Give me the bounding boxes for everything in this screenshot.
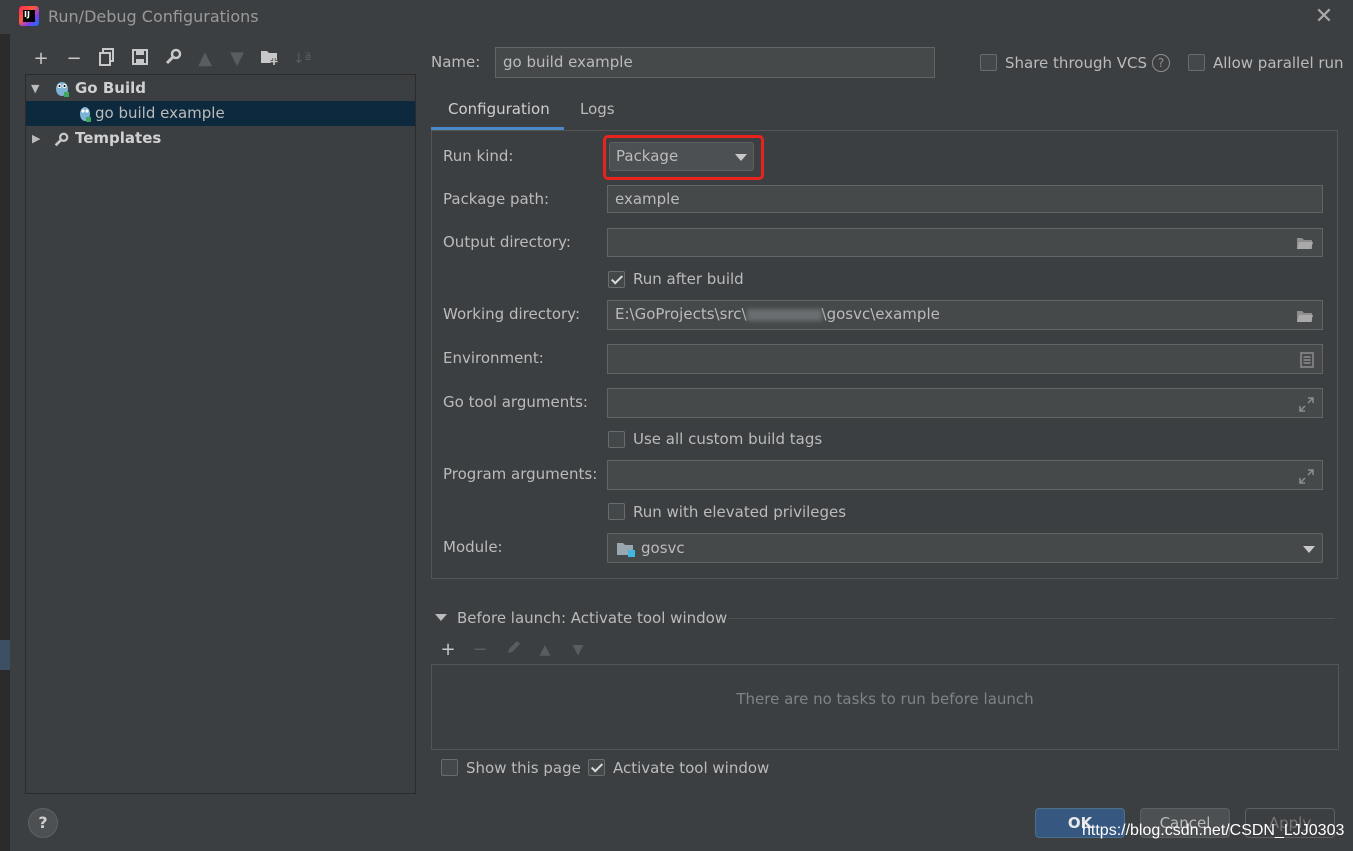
name-input[interactable]: go build example: [495, 47, 935, 78]
environment-label: Environment:: [443, 349, 544, 367]
wrench-icon: [53, 131, 69, 147]
expand-arrow-icon[interactable]: ▼: [31, 76, 39, 101]
module-folder-icon: [616, 541, 636, 561]
configuration-tree: ▼ Go Build go build example ▶ Templates: [25, 74, 416, 794]
chevron-down-icon: [1303, 546, 1315, 553]
tree-item-label: go build example: [95, 104, 225, 122]
environment-input[interactable]: [607, 344, 1323, 374]
close-icon[interactable]: ✕: [1313, 6, 1335, 28]
expand-icon[interactable]: [1299, 467, 1314, 494]
show-page-label[interactable]: Show this page: [466, 759, 581, 777]
activate-tool-window-label[interactable]: Activate tool window: [613, 759, 769, 777]
remove-task-icon[interactable]: −: [469, 639, 491, 661]
gopher-icon: [54, 80, 70, 97]
background-window-edge: [0, 34, 10, 851]
help-button[interactable]: ?: [28, 808, 58, 838]
redacted-path-segment: [746, 308, 822, 321]
empty-tasks-message: There are no tasks to run before launch: [736, 690, 1034, 708]
working-directory-value: E:\GoProjects\src\: [615, 305, 747, 323]
move-up-icon[interactable]: ▲: [194, 48, 216, 70]
sort-icon[interactable]: ↓ª: [291, 48, 313, 70]
move-up-icon[interactable]: ▲: [534, 639, 556, 661]
window-title: Run/Debug Configurations: [48, 7, 259, 26]
program-arguments-label: Program arguments:: [443, 465, 598, 483]
folder-browse-icon[interactable]: [1296, 234, 1314, 261]
go-tool-arguments-label: Go tool arguments:: [443, 393, 588, 411]
custom-build-tags-checkbox[interactable]: [608, 431, 625, 448]
help-icon[interactable]: ?: [1152, 54, 1170, 72]
program-arguments-input[interactable]: [607, 460, 1323, 490]
elevated-privileges-checkbox[interactable]: [608, 503, 625, 520]
working-directory-label: Working directory:: [443, 305, 581, 323]
package-path-label: Package path:: [443, 190, 550, 208]
share-vcs-checkbox[interactable]: [980, 54, 997, 71]
working-directory-input[interactable]: E:\GoProjects\src\ \gosvc\example: [607, 300, 1323, 330]
edit-task-icon[interactable]: [503, 639, 525, 661]
before-launch-title[interactable]: Before launch: Activate tool window: [457, 609, 727, 627]
move-down-icon[interactable]: ▼: [226, 48, 248, 70]
expand-icon[interactable]: [1299, 395, 1314, 422]
parallel-run-checkbox[interactable]: [1188, 54, 1205, 71]
copy-icon[interactable]: [96, 48, 118, 70]
tree-item-go-build-example[interactable]: go build example: [26, 101, 415, 126]
module-select[interactable]: gosvc: [607, 533, 1323, 563]
parallel-run-label[interactable]: Allow parallel run: [1213, 54, 1344, 72]
run-kind-select[interactable]: Package: [609, 142, 754, 171]
go-tool-arguments-input[interactable]: [607, 388, 1323, 418]
wrench-icon[interactable]: [162, 48, 184, 70]
collapse-arrow-icon[interactable]: ▶: [32, 126, 40, 151]
save-icon[interactable]: [129, 48, 151, 70]
run-after-build-label[interactable]: Run after build: [633, 270, 744, 288]
collapse-arrow-icon[interactable]: [435, 614, 447, 621]
background-window-selection: [0, 640, 10, 670]
tab-configuration[interactable]: Configuration: [448, 100, 550, 118]
move-down-icon[interactable]: ▼: [567, 639, 589, 661]
working-directory-value-end: \gosvc\example: [821, 305, 940, 323]
edit-list-icon[interactable]: [1300, 351, 1314, 378]
tree-group-templates[interactable]: ▶ Templates: [26, 126, 415, 151]
run-kind-label: Run kind:: [443, 147, 514, 165]
tree-group-go-build[interactable]: ▼ Go Build: [26, 76, 415, 101]
section-divider: [728, 618, 1335, 619]
run-kind-value: Package: [616, 147, 679, 165]
elevated-privileges-label[interactable]: Run with elevated privileges: [633, 503, 846, 521]
folder-add-icon[interactable]: [259, 48, 281, 70]
show-page-checkbox[interactable]: [441, 759, 458, 776]
output-directory-input[interactable]: [607, 228, 1323, 257]
add-task-icon[interactable]: +: [437, 639, 459, 661]
package-path-input[interactable]: example: [607, 185, 1323, 213]
tab-logs[interactable]: Logs: [580, 100, 615, 118]
intellij-app-icon: IJ: [19, 6, 39, 26]
gopher-icon: [78, 105, 92, 122]
activate-tool-window-checkbox[interactable]: [588, 759, 605, 776]
folder-browse-icon[interactable]: [1296, 307, 1314, 334]
tree-group-label: Go Build: [75, 79, 146, 97]
name-label: Name:: [431, 53, 481, 71]
chevron-down-icon: [735, 154, 747, 161]
remove-icon[interactable]: −: [63, 48, 85, 70]
custom-build-tags-label[interactable]: Use all custom build tags: [633, 430, 822, 448]
module-value: gosvc: [641, 539, 685, 557]
tree-templates-label: Templates: [75, 129, 162, 147]
before-launch-tasks-list: There are no tasks to run before launch: [431, 664, 1339, 750]
watermark-text: https://blog.csdn.net/CSDN_LJJ0303: [1082, 822, 1345, 839]
output-directory-label: Output directory:: [443, 233, 571, 251]
run-after-build-checkbox[interactable]: [608, 271, 625, 288]
add-icon[interactable]: +: [30, 48, 52, 70]
share-vcs-label[interactable]: Share through VCS: [1005, 54, 1147, 72]
module-label: Module:: [443, 538, 503, 556]
